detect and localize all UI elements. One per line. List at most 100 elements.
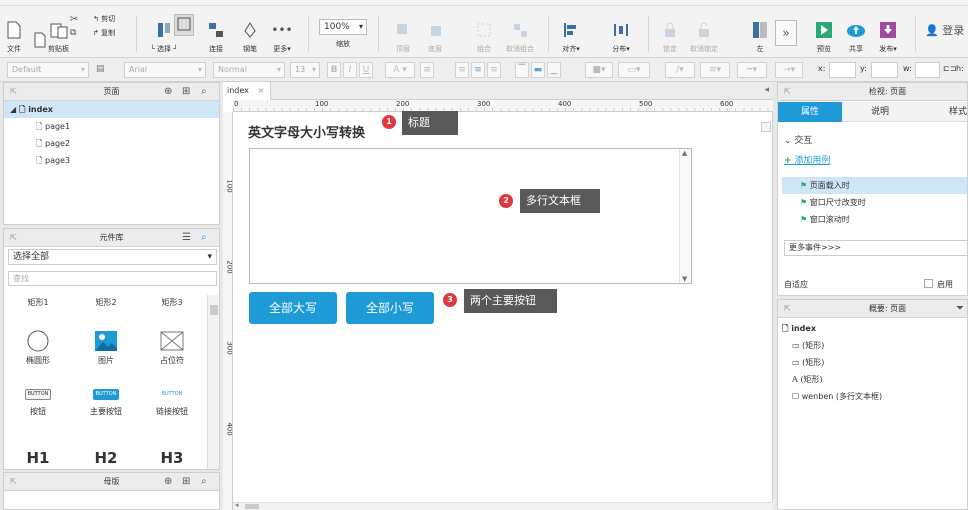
file-button[interactable]: 文件 — [4, 12, 24, 54]
new-page-icon-button[interactable] — [30, 12, 50, 54]
cut-button[interactable]: ↰ 剪切 — [93, 14, 115, 24]
w-input[interactable] — [915, 62, 940, 78]
fill-color-button[interactable]: ■▾ — [585, 62, 613, 78]
align-center-text-button[interactable]: ≡ — [471, 62, 485, 78]
pin-icon[interactable]: ⇱ — [10, 473, 17, 491]
add-page-icon[interactable]: ⊕ — [164, 83, 172, 101]
lowercase-all-button[interactable]: 全部小写 — [346, 292, 434, 324]
event-window-resize[interactable]: ⚑ 窗口尺寸改变时 — [782, 194, 967, 211]
interaction-section[interactable]: ⌄ 交互 — [784, 133, 812, 146]
uppercase-all-button[interactable]: 全部大写 — [249, 292, 337, 324]
zoom-select[interactable]: 100% ▾ — [319, 19, 367, 35]
size-lock-icon[interactable]: ⊏⊐ — [943, 64, 956, 73]
search-icon[interactable]: ⌕ — [201, 229, 207, 247]
bullet-button[interactable]: ≡ — [420, 62, 434, 78]
scroll-down-icon[interactable]: ▼ — [682, 275, 687, 283]
bottom-button[interactable]: 底层 — [425, 12, 445, 54]
align-right-text-button[interactable]: ≡ — [487, 62, 501, 78]
widget-h2[interactable]: H2 — [72, 449, 140, 467]
widget-h1[interactable]: H1 — [4, 449, 72, 467]
page-tree-item[interactable]: 🗋 page1 — [4, 118, 219, 135]
distribute-button[interactable]: 分布▾ — [611, 12, 631, 54]
more-events-select[interactable]: 更多事件>>> — [784, 240, 967, 256]
valign-bottom-button[interactable]: ▁ — [547, 62, 561, 78]
left-panel-button[interactable]: 左 — [750, 12, 770, 54]
pin-icon[interactable]: ⇱ — [784, 300, 791, 318]
share-button[interactable]: 共享 — [846, 12, 866, 54]
valign-top-button[interactable]: ▔ — [515, 62, 529, 78]
format-painter-icon[interactable]: ▤ — [96, 64, 105, 74]
add-master-icon[interactable]: ⊕ — [164, 473, 172, 491]
line-width-button[interactable]: ≡▾ — [700, 62, 730, 78]
copy-button[interactable]: ↱ 复制 — [93, 28, 115, 38]
outline-item[interactable]: ▭ (矩形) — [778, 354, 967, 371]
ungroup-button[interactable]: 取消组合 — [506, 12, 534, 54]
font-size-select[interactable]: 13 — [290, 62, 320, 78]
scissors-icon[interactable]: ✂ — [70, 14, 78, 25]
expand-triangle-icon[interactable]: ◢ — [10, 105, 16, 114]
more-button[interactable]: ••• 更多▾ — [271, 12, 292, 54]
search-icon[interactable]: ⌕ — [201, 83, 207, 101]
enable-checkbox[interactable] — [924, 279, 933, 288]
font-select[interactable]: Arial — [124, 62, 206, 78]
tab-properties[interactable]: 属性 — [778, 102, 842, 122]
x-input[interactable] — [829, 62, 856, 78]
outline-item[interactable]: A (矩形) — [778, 371, 967, 388]
select-mode-toggle[interactable] — [174, 14, 194, 36]
lock-button[interactable]: 锁定 — [660, 12, 680, 54]
tab-index[interactable]: index × — [223, 82, 271, 100]
event-page-load[interactable]: ⚑ 页面载入时 — [782, 177, 967, 194]
arrow-style-button[interactable]: →▾ — [775, 62, 803, 78]
scrollbar-thumb[interactable] — [245, 504, 259, 509]
valign-middle-button[interactable]: ▬ — [531, 62, 545, 78]
widget-rect2[interactable]: 矩形2 — [72, 297, 140, 308]
tab-notes[interactable]: 说明 — [848, 102, 912, 122]
pin-icon[interactable]: ⇱ — [10, 83, 17, 101]
line-color-button[interactable]: ∕▾ — [665, 62, 695, 78]
copy-icon[interactable]: ⧉ — [70, 28, 76, 38]
outline-item[interactable]: ▭ (矩形) — [778, 337, 967, 354]
unlock-button[interactable]: 取消锁定 — [690, 12, 718, 54]
widget-primary-button[interactable]: BUTTON 主要按钮 — [72, 389, 140, 417]
font-color-button[interactable]: A ▾ — [385, 62, 415, 78]
widget-button[interactable]: BUTTON 按钮 — [4, 389, 72, 417]
widget-rect1[interactable]: 矩形1 — [4, 297, 72, 308]
line-style-button[interactable]: ┅▾ — [737, 62, 767, 78]
textbox-scrollbar[interactable]: ▲ ▼ — [679, 149, 691, 283]
connect-button[interactable]: 连接 — [206, 12, 226, 54]
library-select[interactable]: 选择全部 ▾ — [8, 249, 217, 265]
pin-icon[interactable]: ⇱ — [10, 229, 17, 247]
scrollbar-thumb[interactable] — [210, 305, 218, 315]
style-select[interactable]: Default — [7, 62, 89, 78]
widget-rect3[interactable]: 矩形3 — [138, 297, 206, 308]
note-marker-1[interactable]: 1 — [382, 115, 396, 129]
align-left-text-button[interactable]: ≡ — [455, 62, 469, 78]
event-window-scroll[interactable]: ⚑ 窗口滚动时 — [782, 211, 967, 228]
y-input[interactable] — [871, 62, 898, 78]
widget-link-button[interactable]: BUTTON 链接按钮 — [138, 389, 206, 417]
add-folder-icon[interactable]: ⊞ — [182, 83, 190, 101]
add-folder-icon[interactable]: ⊞ — [182, 473, 190, 491]
page-tree-item[interactable]: 🗋 page2 — [4, 135, 219, 152]
preview-button[interactable]: 预览 — [814, 12, 834, 54]
publish-button[interactable]: 发布▾ — [878, 12, 898, 54]
filter-icon[interactable]: ⏷ — [956, 300, 964, 318]
align-button[interactable]: 对齐▾ — [561, 12, 581, 54]
page-tree-item[interactable]: 🗋 page3 — [4, 152, 219, 169]
bold-button[interactable]: B — [327, 62, 341, 78]
pen-button[interactable]: 钢笔 — [240, 12, 260, 54]
outline-item[interactable]: ☐ wenben (多行文本框) — [778, 388, 967, 405]
close-icon[interactable]: × — [257, 86, 264, 95]
widget-placeholder[interactable]: 占位符 — [138, 329, 206, 366]
clipboard-button[interactable]: 剪贴板 — [48, 12, 69, 54]
widget-h3[interactable]: H3 — [138, 449, 206, 467]
outline-root[interactable]: 🗋 index — [778, 320, 967, 337]
tab-dropdown-icon[interactable]: ◂ — [764, 85, 769, 95]
note-marker-3[interactable]: 3 — [443, 293, 457, 307]
pin-icon[interactable]: ⇱ — [784, 83, 791, 101]
library-search-input[interactable]: 查找 — [8, 271, 217, 286]
search-icon[interactable]: ⌕ — [201, 473, 207, 491]
canvas-h-scrollbar[interactable]: ◂ — [233, 501, 773, 510]
widget-ellipse[interactable]: 椭圆形 — [4, 329, 72, 366]
group-button[interactable]: 组合 — [474, 12, 494, 54]
